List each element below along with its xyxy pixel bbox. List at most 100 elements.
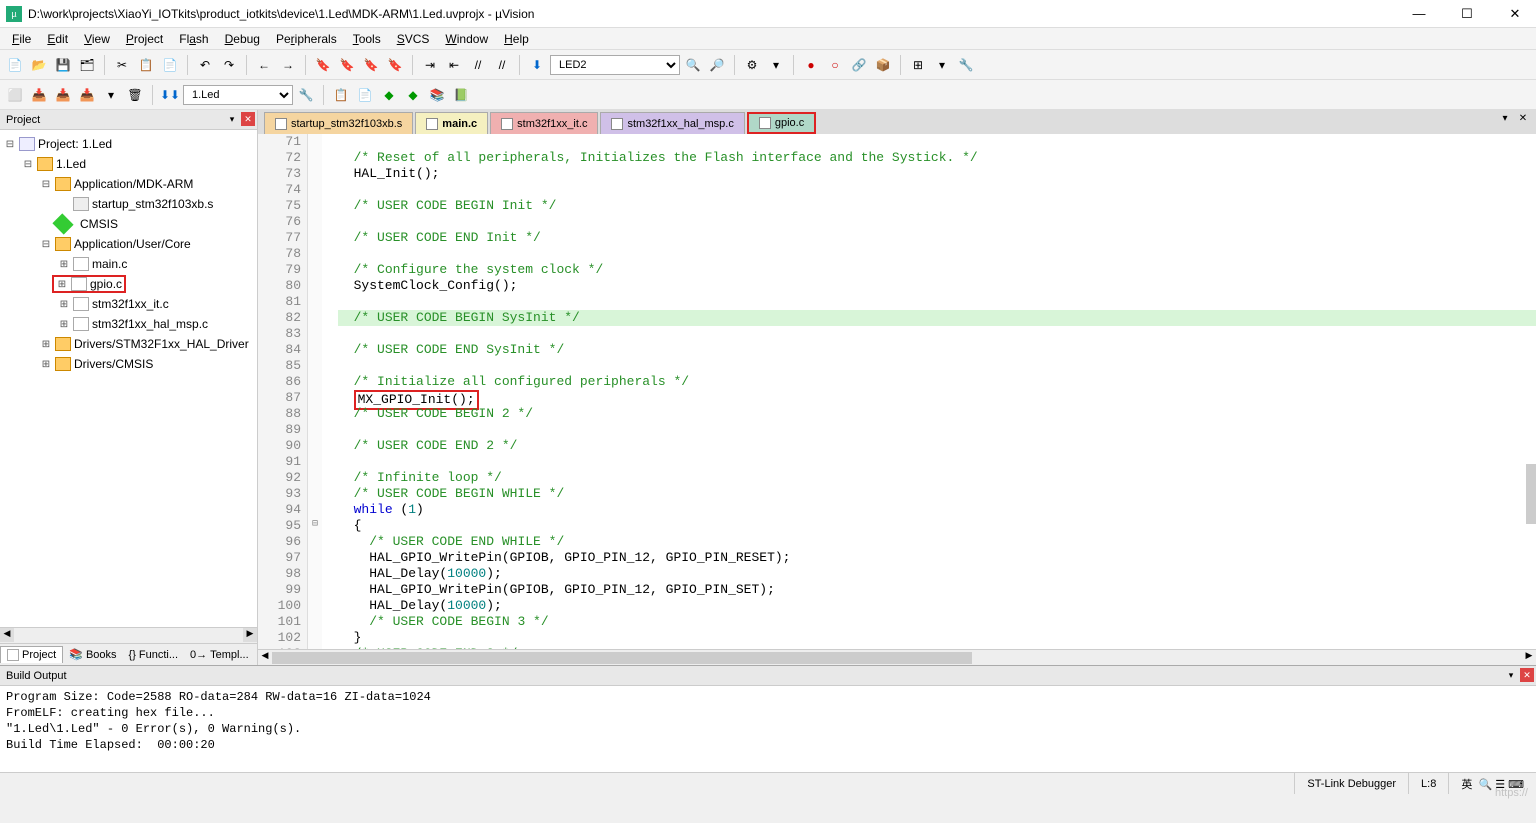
bookmark-clear-icon[interactable]: 🔖 (384, 54, 406, 76)
menu-help[interactable]: Help (496, 30, 537, 48)
tab-project[interactable]: Project (0, 646, 63, 663)
rte-icon[interactable]: ◆ (402, 84, 424, 106)
indent-icon[interactable]: ⇥ (419, 54, 441, 76)
build-icon[interactable]: ⬜ (4, 84, 26, 106)
download-icon[interactable]: ⬇⬇ (159, 84, 181, 106)
scroll-left-icon[interactable]: ◀ (0, 628, 14, 642)
open-file-icon[interactable]: 📂 (28, 54, 50, 76)
redo-icon[interactable]: ↷ (218, 54, 240, 76)
menu-project[interactable]: Project (118, 30, 171, 48)
scroll-right-icon[interactable]: ▶ (1522, 650, 1536, 664)
debug-config-icon[interactable]: ⚙ (741, 54, 763, 76)
tree-node-gpio-c[interactable]: ⊞ gpio.c (2, 274, 255, 294)
tab-startup-s[interactable]: startup_stm32f103xb.s (264, 112, 413, 134)
save-icon[interactable]: 💾 (52, 54, 74, 76)
vertical-scrollbar[interactable] (1526, 464, 1536, 524)
menu-debug[interactable]: Debug (217, 30, 268, 48)
tree-node-startup-s[interactable]: startup_stm32f103xb.s (2, 194, 255, 214)
tree-node-main-c[interactable]: ⊞ main.c (2, 254, 255, 274)
window-layout-icon[interactable]: ⊞ (907, 54, 929, 76)
tab-gpio-c[interactable]: gpio.c (747, 112, 816, 134)
stop-icon[interactable]: ○ (824, 54, 846, 76)
comment-icon[interactable]: // (467, 54, 489, 76)
tree-node-app-mdk[interactable]: ⊟ Application/MDK-ARM (2, 174, 255, 194)
tools-icon[interactable]: 🔧 (955, 54, 977, 76)
build-output-text[interactable]: Program Size: Code=2588 RO-data=284 RW-d… (0, 686, 1536, 772)
close-button[interactable]: ✕ (1500, 6, 1530, 22)
outdent-icon[interactable]: ⇤ (443, 54, 465, 76)
new-file-icon[interactable]: 📄 (4, 54, 26, 76)
panel-dropdown-icon[interactable]: ▾ (1504, 668, 1518, 682)
debug-dropdown-icon[interactable]: ▾ (765, 54, 787, 76)
tab-functions[interactable]: {}Functi... (123, 647, 184, 663)
tree-scrollbar-h[interactable]: ◀ ▶ (0, 627, 257, 643)
menu-peripherals[interactable]: Peripherals (268, 30, 345, 48)
tab-halmsp-c[interactable]: stm32f1xx_hal_msp.c (600, 112, 744, 134)
minimize-button[interactable]: — (1404, 6, 1434, 22)
bookmark-icon[interactable]: 🔖 (312, 54, 334, 76)
options-icon[interactable]: 🔧 (295, 84, 317, 106)
fold-column[interactable]: ⊟ (308, 134, 322, 649)
menu-view[interactable]: View (76, 30, 118, 48)
save-all-icon[interactable]: 🗂 (76, 54, 98, 76)
batch-build-icon[interactable]: 📥 (76, 84, 98, 106)
panel-dropdown-icon[interactable]: ▾ (225, 112, 239, 126)
menu-edit[interactable]: Edit (39, 30, 76, 48)
scroll-right-icon[interactable]: ▶ (243, 628, 257, 642)
scroll-thumb[interactable] (272, 652, 972, 664)
rebuild-icon[interactable]: 📥 (52, 84, 74, 106)
panel-close-icon[interactable]: ✕ (1520, 668, 1534, 682)
tab-dropdown-icon[interactable]: ▾ (1498, 113, 1512, 127)
nav-back-icon[interactable]: ← (253, 54, 275, 76)
editor-scrollbar-h[interactable]: ◀ ▶ (258, 649, 1536, 665)
file-ext-icon[interactable]: 📄 (354, 84, 376, 106)
nav-forward-icon[interactable]: → (277, 54, 299, 76)
copy-icon[interactable]: 📋 (135, 54, 157, 76)
tab-it-c[interactable]: stm32f1xx_it.c (490, 112, 598, 134)
find-icon[interactable]: 🔍 (682, 54, 704, 76)
target-icon[interactable]: ⬇ (526, 54, 548, 76)
code-content[interactable]: /* Reset of all peripherals, Initializes… (322, 134, 1536, 649)
link-icon[interactable]: 🔗 (848, 54, 870, 76)
clean-icon[interactable]: 🗑 (124, 84, 146, 106)
target-select[interactable]: LED2 (550, 55, 680, 75)
tree-node-app-user-core[interactable]: ⊟ Application/User/Core (2, 234, 255, 254)
paste-icon[interactable]: 📄 (159, 54, 181, 76)
maximize-button[interactable]: ☐ (1452, 6, 1482, 22)
help-icon[interactable]: 📗 (450, 84, 472, 106)
tab-books[interactable]: 📚Books (63, 646, 122, 663)
undo-icon[interactable]: ↶ (194, 54, 216, 76)
tree-node-halmsp-c[interactable]: ⊞ stm32f1xx_hal_msp.c (2, 314, 255, 334)
menu-file[interactable]: File (4, 30, 39, 48)
project-tree[interactable]: ⊟ Project: 1.Led ⊟ 1.Led ⊟ Application/M… (0, 130, 257, 627)
pack-inst-icon[interactable]: ◆ (378, 84, 400, 106)
tree-node-it-c[interactable]: ⊞ stm32f1xx_it.c (2, 294, 255, 314)
tree-node-drivers-hal[interactable]: ⊞ Drivers/STM32F1xx_HAL_Driver (2, 334, 255, 354)
menu-svcs[interactable]: SVCS (389, 30, 438, 48)
find-in-files-icon[interactable]: 🔎 (706, 54, 728, 76)
tab-main-c[interactable]: main.c (415, 112, 488, 134)
panel-close-icon[interactable]: ✕ (241, 112, 255, 126)
tree-node-drivers-cmsis[interactable]: ⊞ Drivers/CMSIS (2, 354, 255, 374)
pack-icon[interactable]: 📦 (872, 54, 894, 76)
scroll-left-icon[interactable]: ◀ (258, 650, 272, 664)
window-layout-dropdown-icon[interactable]: ▾ (931, 54, 953, 76)
menu-flash[interactable]: Flash (171, 30, 216, 48)
record-icon[interactable]: ● (800, 54, 822, 76)
code-editor[interactable]: 7172737475767778798081828384858687888990… (258, 134, 1536, 649)
books-icon[interactable]: 📚 (426, 84, 448, 106)
manage-icon[interactable]: 📋 (330, 84, 352, 106)
tab-close-icon[interactable]: ✕ (1516, 113, 1530, 127)
project-select[interactable]: 1.Led (183, 85, 293, 105)
tree-node-cmsis[interactable]: CMSIS (2, 214, 255, 234)
tab-templates[interactable]: 0→Templ... (184, 647, 255, 663)
tree-node-target[interactable]: ⊟ 1.Led (2, 154, 255, 174)
menu-tools[interactable]: Tools (345, 30, 389, 48)
uncomment-icon[interactable]: // (491, 54, 513, 76)
cut-icon[interactable]: ✂ (111, 54, 133, 76)
tree-root[interactable]: ⊟ Project: 1.Led (2, 134, 255, 154)
build-target-icon[interactable]: 📥 (28, 84, 50, 106)
bookmark-next-icon[interactable]: 🔖 (360, 54, 382, 76)
bookmark-prev-icon[interactable]: 🔖 (336, 54, 358, 76)
stop-build-dropdown-icon[interactable]: ▾ (100, 84, 122, 106)
